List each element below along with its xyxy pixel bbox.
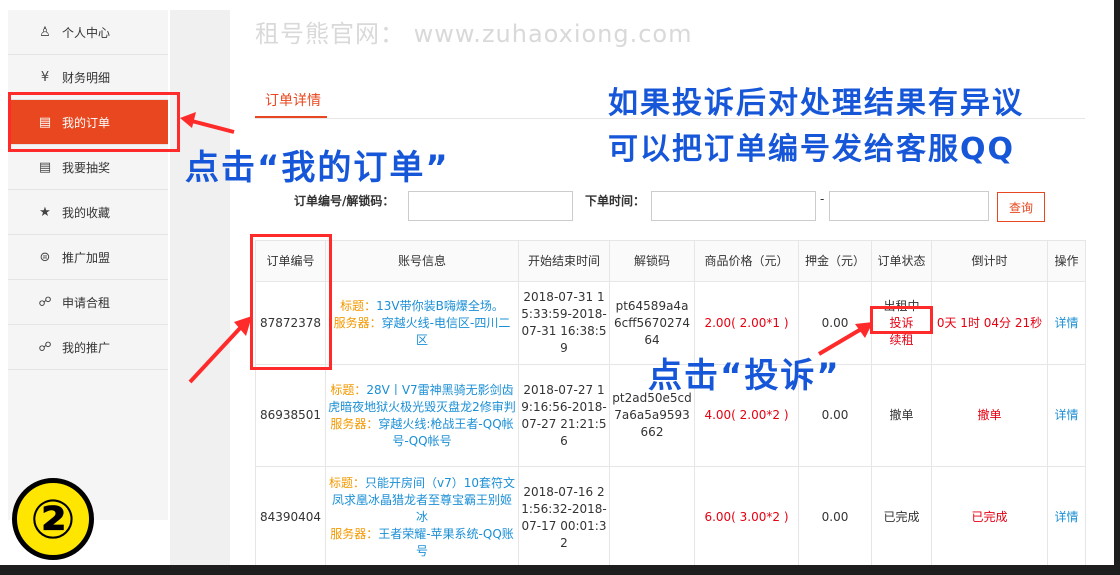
deposit: 0.00	[798, 466, 872, 565]
sidebar: ♙ 个人中心 ¥ 财务明细 ▤ 我的订单 ▤ 我要抽奖 ★ 我的收藏 ⊜ 推广加盟 ☍ 申请合…	[8, 10, 168, 520]
details-link[interactable]: 详情	[1047, 281, 1086, 365]
order-id: 86938501	[255, 364, 326, 467]
col-header: 倒计时	[931, 240, 1048, 282]
start-end-time: 2018-07-27 19:16:56-2018-07-27 21:21:56	[518, 364, 610, 467]
page-frame: ♙ 个人中心 ¥ 财务明细 ▤ 我的订单 ▤ 我要抽奖 ★ 我的收藏 ⊜ 推广加盟 ☍ 申请合…	[0, 0, 1114, 565]
item-price: 6.00( 3.00*2 )	[694, 466, 799, 565]
details-link[interactable]: 详情	[1047, 364, 1086, 467]
highlight-order-id	[250, 234, 332, 370]
date-range-dash: -	[820, 192, 825, 206]
account-server: 穿越火线:枪战王者-QQ帐号-QQ帐号	[378, 416, 514, 448]
sidebar-item-affiliate[interactable]: ⊜ 推广加盟	[8, 235, 168, 280]
step-badge: ②	[12, 478, 94, 560]
countdown: 0天 1时 04分 21秒	[931, 281, 1048, 365]
account-server: 王者荣耀-苹果系统-QQ账号	[378, 527, 514, 558]
sidebar-item-label: 推广加盟	[62, 250, 111, 265]
account-info: 标题：13V带你装B嗨爆全场。服务器：穿越火线-电信区-四川二区	[325, 281, 519, 365]
account-info: 标题：28V丨V7雷神黑骑无影剑齿虎暗夜地狱火极光毁灭盘龙2修审判 服务器：穿越火…	[325, 364, 519, 467]
orders-table: 订单编号 账号信息 开始结束时间 解锁码 商品价格（元） 押金（元） 订单状态 …	[255, 240, 1086, 565]
tab-order-details[interactable]: 订单详情	[265, 90, 321, 110]
col-header: 开始结束时间	[518, 240, 610, 282]
group-icon: ☍	[38, 339, 52, 355]
query-button[interactable]: 查询	[997, 192, 1045, 222]
sidebar-item-co-rent[interactable]: ☍ 申请合租	[8, 280, 168, 325]
sidebar-item-label: 申请合租	[62, 295, 111, 310]
annotation-dispute-line2: 可以把订单编号发给客服QQ	[608, 132, 1016, 167]
order-number-input[interactable]	[408, 191, 573, 221]
renew-link[interactable]: 续租	[874, 332, 929, 349]
annotation-dispute-line1: 如果投诉后对处理结果有异议	[608, 86, 1024, 121]
order-status: 已完成	[871, 466, 932, 565]
unlock-code	[609, 466, 695, 565]
group-icon: ☍	[38, 294, 52, 310]
countdown: 撤单	[931, 364, 1048, 467]
document-icon: ▤	[38, 159, 52, 175]
start-end-time: 2018-07-16 21:56:32-2018-07-17 00:01:32	[518, 466, 610, 565]
start-end-time: 2018-07-31 15:33:59-2018-07-31 16:38:59	[518, 281, 610, 365]
arrow-icon	[180, 112, 235, 134]
server-label: 服务器：	[333, 315, 382, 330]
sidebar-item-my-promotion[interactable]: ☍ 我的推广	[8, 325, 168, 370]
share-icon: ⊜	[39, 249, 51, 265]
sidebar-item-label: 我的推广	[62, 340, 111, 355]
server-label: 服务器：	[330, 527, 379, 541]
order-time-label: 下单时间：	[585, 194, 646, 208]
table-header-row: 订单编号 账号信息 开始结束时间 解锁码 商品价格（元） 押金（元） 订单状态 …	[255, 240, 1086, 282]
col-header: 操作	[1047, 240, 1086, 282]
sidebar-item-label: 财务明细	[62, 70, 111, 85]
title-label: 标题：	[340, 298, 377, 313]
sidebar-item-profile[interactable]: ♙ 个人中心	[8, 10, 168, 55]
annotation-click-complain: 点击“投诉”	[648, 356, 841, 396]
annotation-click-orders: 点击“我的订单”	[185, 148, 450, 188]
account-server: 穿越火线-电信区-四川二区	[381, 315, 511, 347]
arrow-icon	[188, 316, 252, 384]
account-title[interactable]: 13V带你装B嗨爆全场。	[376, 299, 504, 313]
col-header: 解锁码	[609, 240, 695, 282]
yen-icon: ¥	[40, 69, 50, 85]
sidebar-item-label: 个人中心	[62, 25, 111, 40]
start-date-input[interactable]	[651, 191, 816, 221]
order-id: 84390404	[255, 466, 326, 565]
title-label: 标题：	[330, 382, 367, 397]
sidebar-item-favorites[interactable]: ★ 我的收藏	[8, 190, 168, 235]
col-header: 商品价格（元）	[694, 240, 799, 282]
col-header: 账号信息	[325, 240, 519, 282]
account-info: 标题：只能开房间（v7）10套符文凤求凰冰晶猎龙者至尊宝霸王别姬冰 服务器：王者荣…	[325, 466, 519, 565]
server-label: 服务器：	[330, 416, 379, 431]
col-header: 订单状态	[871, 240, 932, 282]
title-label: 标题：	[328, 476, 365, 490]
sidebar-item-label: 我要抽奖	[62, 160, 111, 175]
end-date-input[interactable]	[829, 191, 989, 221]
table-row: 84390404 标题：只能开房间（v7）10套符文凤求凰冰晶猎龙者至尊宝霸王别…	[255, 466, 1086, 565]
highlight-my-orders	[8, 92, 180, 152]
star-icon: ★	[39, 204, 51, 220]
order-status: 撤单	[871, 364, 932, 467]
countdown: 已完成	[931, 466, 1048, 565]
order-filter-label: 订单编号/解锁码：	[294, 194, 395, 208]
highlight-complain	[870, 306, 933, 334]
col-header: 押金（元）	[798, 240, 872, 282]
user-icon: ♙	[39, 24, 51, 40]
sidebar-item-label: 我的收藏	[62, 205, 111, 220]
details-link[interactable]: 详情	[1047, 466, 1086, 565]
